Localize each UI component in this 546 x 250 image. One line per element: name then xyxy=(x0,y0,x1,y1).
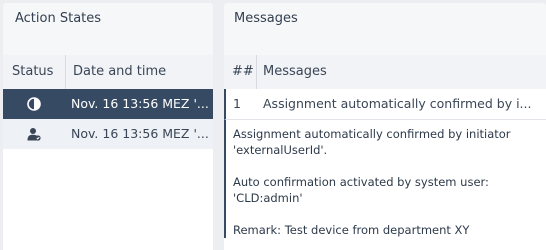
action-states-header: Status Date and time xyxy=(3,55,213,90)
message-detail-line: Remark: Test device from department XY xyxy=(233,223,470,237)
user-check-icon xyxy=(3,119,65,149)
column-header-messages[interactable]: Messages xyxy=(263,55,327,89)
messages-panel: Messages ## Messages 1 Assignment automa… xyxy=(224,3,546,250)
message-detail: Assignment automatically confirmed by in… xyxy=(224,120,546,238)
column-separator[interactable] xyxy=(256,55,257,89)
column-header-status[interactable]: Status xyxy=(12,55,53,89)
action-state-row[interactable]: Nov. 16 13:56 MEZ '... xyxy=(3,119,213,149)
action-state-date: Nov. 16 13:56 MEZ '... xyxy=(71,96,209,111)
half-circle-icon xyxy=(3,89,65,119)
messages-header: ## Messages xyxy=(224,55,546,90)
action-states-panel: Action States Status Date and time Nov. … xyxy=(3,3,213,250)
message-detail-line: Assignment automatically confirmed by in… xyxy=(233,127,511,157)
column-separator[interactable] xyxy=(65,55,66,89)
message-detail-line: Auto confirmation activated by system us… xyxy=(233,175,489,205)
message-text: Assignment automatically confirmed by i.… xyxy=(263,96,532,111)
column-header-date[interactable]: Date and time xyxy=(73,55,166,89)
action-state-row[interactable]: Nov. 16 13:56 MEZ '... xyxy=(3,89,213,119)
column-header-number[interactable]: ## xyxy=(232,55,254,89)
action-states-title: Action States xyxy=(15,11,102,26)
action-state-date: Nov. 16 13:56 MEZ '... xyxy=(71,126,209,141)
message-number: 1 xyxy=(233,96,241,111)
message-row[interactable]: 1 Assignment automatically confirmed by … xyxy=(224,89,546,120)
messages-title: Messages xyxy=(234,11,298,26)
